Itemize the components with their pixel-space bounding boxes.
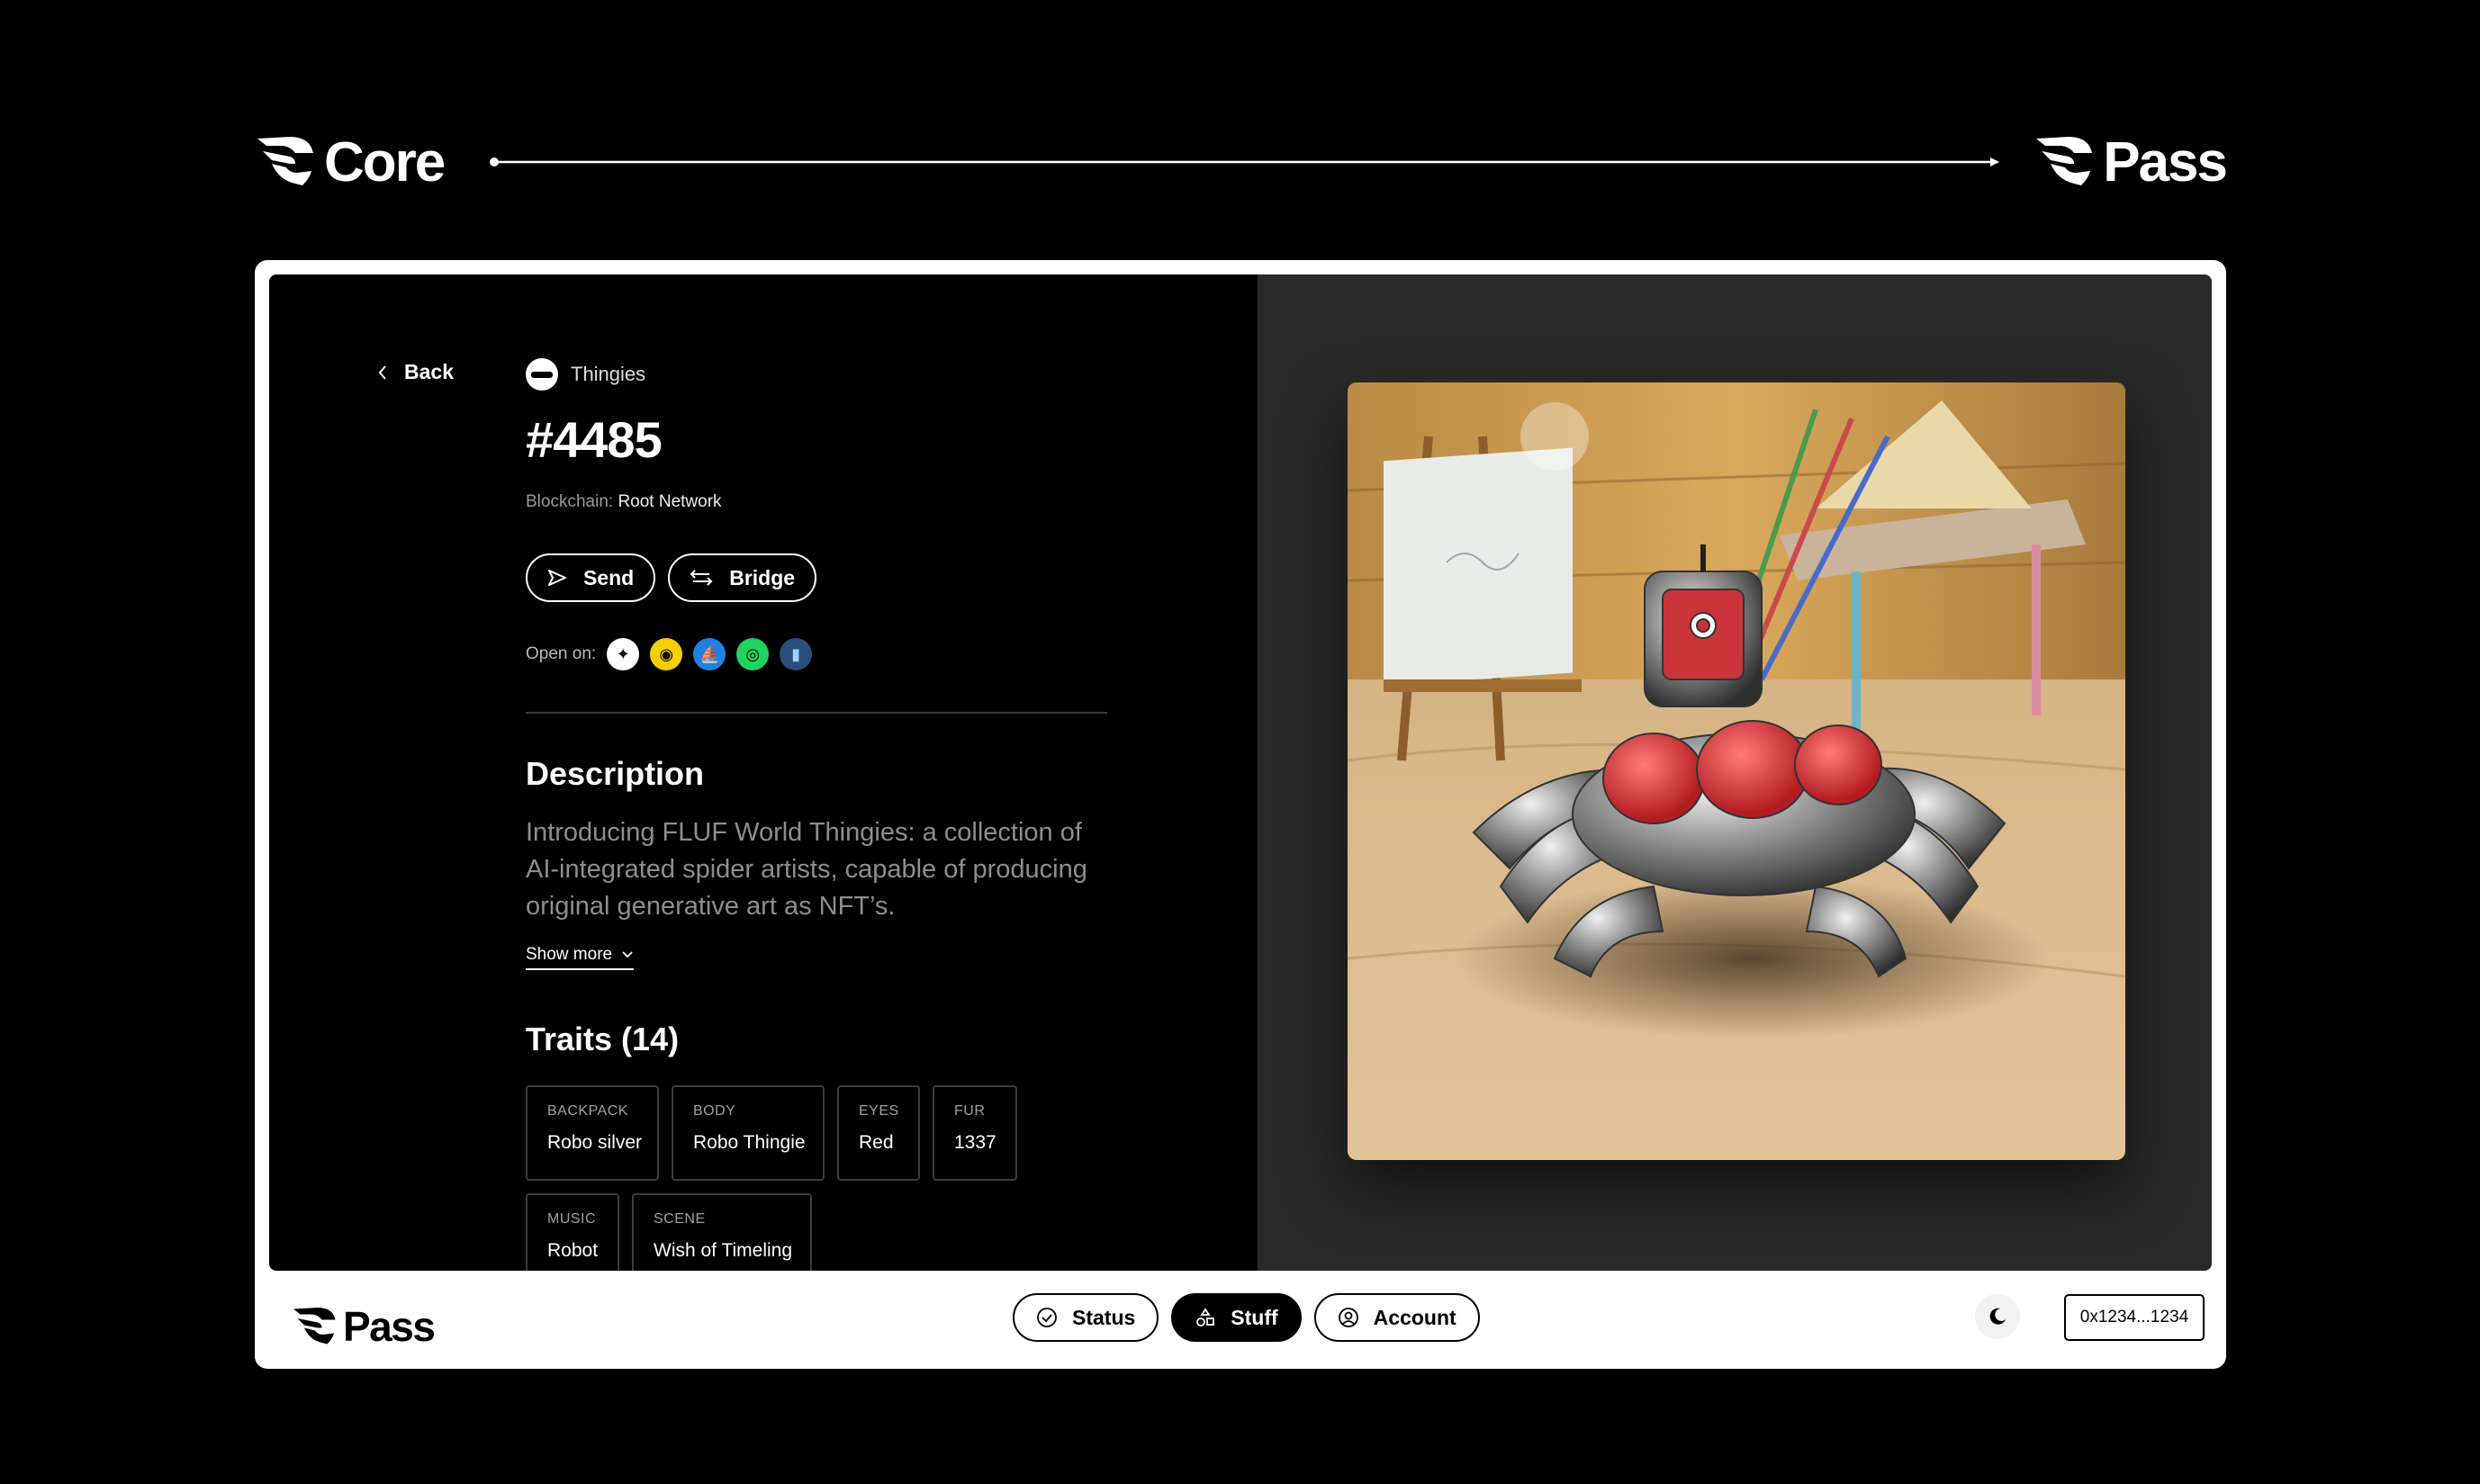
open-on-label: Open on: <box>526 644 597 663</box>
flow-arrow-icon <box>490 157 1999 166</box>
description-line: Introducing FLUF World Thingies: a colle… <box>526 818 1082 847</box>
trait-value: Red <box>859 1132 894 1153</box>
shapes-icon <box>1196 1308 1215 1327</box>
blockchain-info: Blockchain: Root Network <box>526 492 1107 512</box>
trait-value: Robo Thingie <box>693 1132 806 1153</box>
trait-value: Robo silver <box>547 1132 643 1153</box>
trait-card[interactable]: SCENE Wish of Timeling <box>632 1193 812 1271</box>
collection-avatar <box>526 358 558 391</box>
core-brand-name: Core <box>324 130 446 193</box>
marketplace-1-icon[interactable]: ✦ <box>607 638 640 670</box>
nft-image <box>1348 382 2125 1160</box>
trait-card[interactable]: FUR 1337 <box>933 1085 1017 1181</box>
trait-card[interactable]: BODY Robo Thingie <box>672 1085 825 1181</box>
trait-type: FUR <box>954 1103 986 1119</box>
nft-detail-panel: Back Thingies #4485 Blockchain: Root Net… <box>269 274 2212 1271</box>
core-brand: Core <box>254 126 446 198</box>
nav-account-label: Account <box>1373 1305 1456 1329</box>
traits-grid: BACKPACK Robo silver BODY Robo Thingie E… <box>526 1085 1107 1271</box>
bridge-label: Bridge <box>729 565 796 589</box>
token-title: #4485 <box>526 411 663 468</box>
main-nav: Status Stuff Account <box>1013 1293 1480 1342</box>
pass-logo-icon <box>293 1308 336 1345</box>
media-pane <box>1258 274 2212 1271</box>
footer-brand-name: Pass <box>343 1303 436 1350</box>
traits-title: Traits (14) <box>526 1021 680 1057</box>
description-line: original generative art as NFT’s. <box>526 892 896 921</box>
app-window: Back Thingies #4485 Blockchain: Root Net… <box>255 260 2226 1369</box>
pass-logo-icon <box>2036 137 2093 185</box>
back-button[interactable]: Back <box>377 360 454 384</box>
detail-column: Thingies #4485 Blockchain: Root Network … <box>526 346 1107 1271</box>
description-title: Description <box>526 755 705 792</box>
trait-value: Wish of Timeling <box>654 1240 793 1261</box>
trait-card[interactable]: MUSIC Robot <box>526 1193 619 1271</box>
trait-type: SCENE <box>654 1211 706 1227</box>
bridge-button[interactable]: Bridge <box>668 553 817 602</box>
marketplace-2-icon[interactable]: ◉ <box>650 638 683 670</box>
description-text: Introducing FLUF World Thingies: a colle… <box>526 814 1107 925</box>
collection-name: Thingies <box>571 363 646 385</box>
section-divider <box>526 712 1107 714</box>
action-buttons: Send Bridge <box>526 553 1107 602</box>
nav-stuff[interactable]: Stuff <box>1171 1293 1302 1342</box>
trait-card[interactable]: EYES Red <box>837 1085 920 1181</box>
trait-value: Robot <box>547 1240 599 1261</box>
show-more-label: Show more <box>526 945 613 964</box>
nav-account[interactable]: Account <box>1313 1293 1480 1342</box>
nft-artwork <box>1348 382 2125 1160</box>
blockchain-value: Root Network <box>618 492 722 511</box>
marketplace-5-icon[interactable]: ▮ <box>780 638 813 670</box>
nav-status[interactable]: Status <box>1013 1293 1159 1342</box>
marketplace-4-icon[interactable]: ◎ <box>736 638 770 670</box>
chevron-left-icon <box>378 364 386 380</box>
chevron-down-icon <box>622 951 633 958</box>
send-button[interactable]: Send <box>526 553 656 602</box>
opensea-icon[interactable]: ⛵ <box>693 638 726 670</box>
bridge-arrows-icon <box>690 570 713 586</box>
trait-type: MUSIC <box>547 1211 597 1227</box>
pass-brand: Pass <box>2033 126 2228 198</box>
detail-info-pane: Back Thingies #4485 Blockchain: Root Net… <box>269 274 1258 1271</box>
send-label: Send <box>583 565 635 589</box>
trait-type: EYES <box>859 1103 899 1119</box>
collection-link[interactable]: Thingies <box>526 358 1107 391</box>
pass-brand-name: Pass <box>2103 130 2228 193</box>
nav-stuff-label: Stuff <box>1231 1305 1278 1329</box>
footer-brand[interactable]: Pass <box>291 1302 436 1351</box>
moon-icon <box>1989 1308 2006 1325</box>
blockchain-label: Blockchain: <box>526 492 614 511</box>
open-on-row: Open on: ✦ ◉ ⛵ ◎ ▮ <box>526 638 1107 670</box>
trait-value: 1337 <box>954 1132 997 1153</box>
send-icon <box>548 570 566 586</box>
description-line: AI-integrated spider artists, capable of… <box>526 855 1087 884</box>
back-label: Back <box>404 360 454 383</box>
show-more-button[interactable]: Show more <box>526 945 635 970</box>
nav-status-label: Status <box>1072 1305 1136 1329</box>
status-check-icon <box>1037 1308 1057 1327</box>
trait-type: BODY <box>693 1103 736 1119</box>
trait-type: BACKPACK <box>547 1103 628 1119</box>
wallet-address-button[interactable]: 0x1234...1234 <box>2064 1294 2205 1341</box>
pass-logo-icon <box>257 137 313 185</box>
trait-card[interactable]: BACKPACK Robo silver <box>526 1085 659 1181</box>
user-circle-icon <box>1338 1308 1358 1327</box>
theme-toggle-button[interactable] <box>1975 1294 2020 1339</box>
